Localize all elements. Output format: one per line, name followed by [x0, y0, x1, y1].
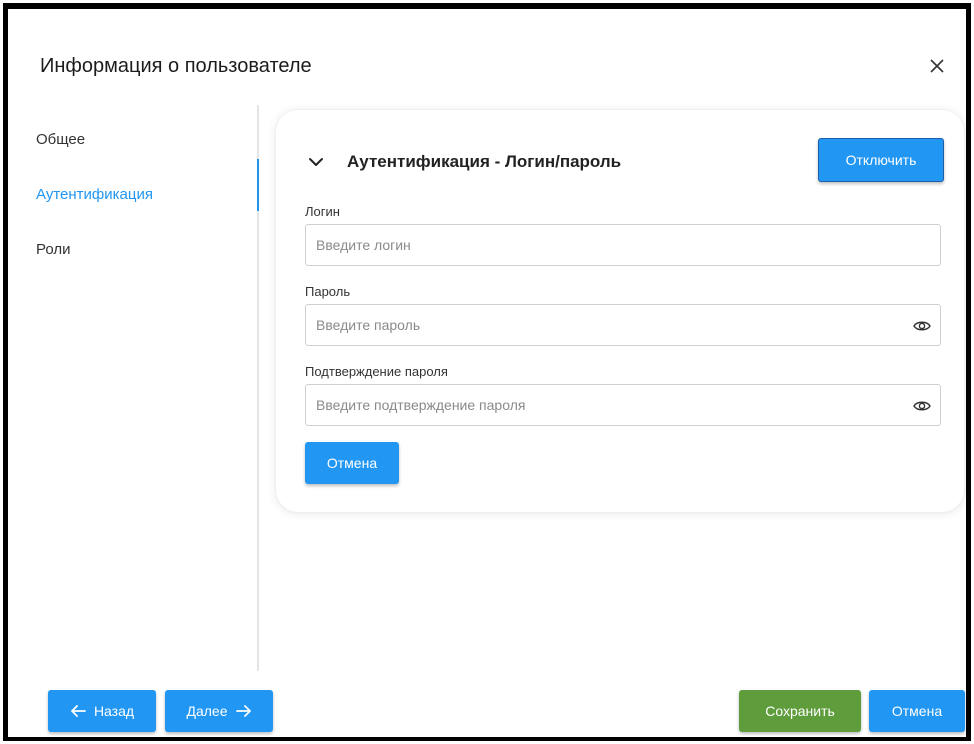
sidebar-item-roles[interactable]: Роли [36, 241, 71, 258]
back-label: Назад [93, 703, 135, 719]
confirm-password-label: Подтверждение пароля [305, 364, 448, 379]
arrow-left-icon [71, 705, 86, 717]
disable-auth-button[interactable]: Отключить [818, 138, 944, 182]
password-input[interactable] [306, 305, 940, 345]
sidebar-active-indicator [257, 159, 259, 211]
eye-icon[interactable] [913, 318, 931, 334]
password-label: Пароль [305, 284, 351, 299]
eye-icon[interactable] [913, 398, 931, 414]
section-cancel-button[interactable]: Отмена [305, 442, 399, 484]
auth-section-card: Аутентификация - Логин/пароль Отключить … [276, 110, 964, 512]
close-button[interactable] [924, 53, 950, 79]
section-title: Аутентификация - Логин/пароль [347, 152, 622, 171]
password-field-wrapper [305, 304, 941, 346]
confirm-password-field-wrapper [305, 384, 941, 426]
dialog-frame: Информация о пользователе Общее Аутентиф… [3, 3, 971, 741]
save-button[interactable]: Сохранить [739, 690, 861, 732]
next-label: Далее [186, 703, 228, 719]
next-button[interactable]: Далее [165, 690, 273, 732]
back-button[interactable]: Назад [48, 690, 156, 732]
sidebar-item-general[interactable]: Общее [36, 131, 85, 148]
dialog-title: Информация о пользователе [40, 55, 312, 77]
login-input[interactable] [306, 225, 940, 265]
login-label: Логин [305, 204, 340, 219]
login-field-wrapper [305, 224, 941, 266]
sidebar-item-authentication[interactable]: Аутентификация [36, 186, 153, 203]
chevron-down-icon[interactable] [308, 154, 324, 170]
close-icon [930, 59, 944, 73]
arrow-right-icon [235, 705, 251, 717]
cancel-button[interactable]: Отмена [869, 690, 965, 732]
confirm-password-input[interactable] [306, 385, 940, 425]
